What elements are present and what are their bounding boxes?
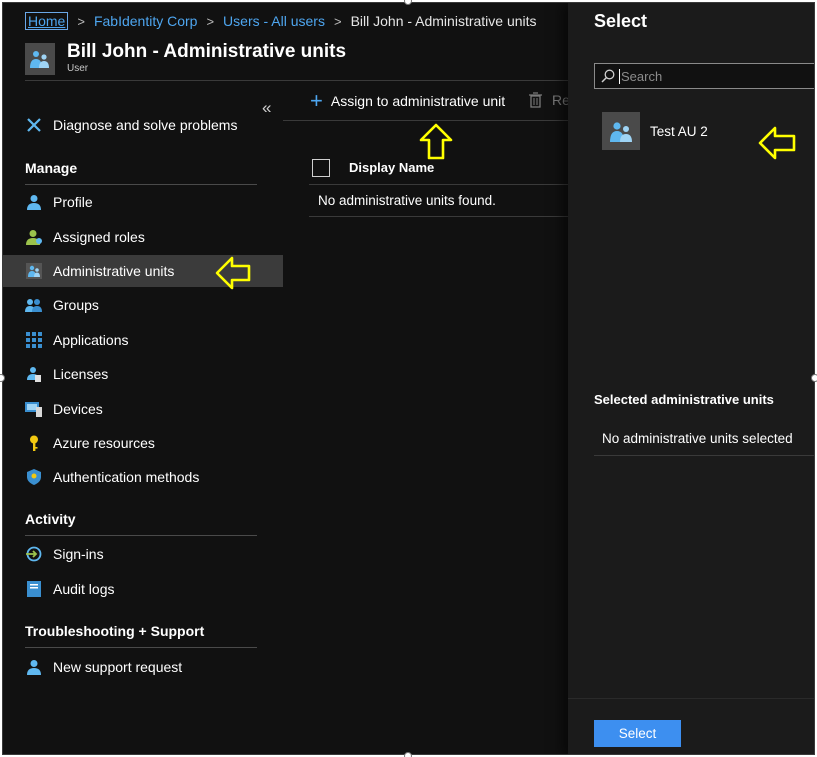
remove-button[interactable]: Re (529, 92, 570, 108)
roles-icon (25, 228, 43, 246)
search-box[interactable] (594, 63, 814, 89)
breadcrumb-separator: > (333, 13, 342, 29)
sidebar-item-label: Diagnose and solve problems (53, 117, 238, 133)
sidebar-item-label: Groups (53, 297, 99, 313)
admin-unit-icon (25, 262, 43, 280)
selected-empty-message: No administrative units selected (594, 422, 814, 456)
empty-state-message: No administrative units found. (309, 185, 570, 217)
user-icon (25, 193, 43, 211)
section-divider (25, 647, 257, 648)
resize-handle[interactable] (404, 752, 412, 757)
section-divider (25, 184, 257, 185)
applications-icon (25, 331, 43, 349)
result-item-test-au-2[interactable]: Test AU 2 (602, 112, 708, 150)
panel-footer-divider (568, 698, 814, 699)
sidebar-item-audit-logs[interactable]: Audit logs (3, 573, 283, 605)
select-panel: Select Test AU 2 Selected administrative… (568, 3, 814, 754)
sidebar-item-label: Devices (53, 401, 103, 417)
selected-section-title: Selected administrative units (594, 392, 774, 407)
breadcrumb-separator: > (206, 13, 215, 29)
section-divider (25, 535, 257, 536)
admin-unit-icon (602, 112, 640, 150)
annotation-arrow-left-icon (758, 126, 796, 160)
signin-icon (25, 545, 43, 563)
resize-handle[interactable] (811, 374, 817, 382)
section-title-manage: Manage (25, 160, 78, 176)
page-header: Bill John - Administrative units User (25, 41, 346, 75)
breadcrumb: Home > FabIdentity Corp > Users - All us… (25, 11, 537, 31)
wrench-icon (25, 116, 43, 134)
sidebar-item-label: Assigned roles (53, 229, 145, 245)
breadcrumb-users[interactable]: Users - All users (223, 13, 325, 29)
groups-icon (25, 296, 43, 314)
column-header-display-name[interactable]: Display Name (349, 160, 434, 175)
breadcrumb-separator: > (77, 13, 85, 29)
key-icon (25, 434, 43, 452)
sidebar-item-diagnose[interactable]: Diagnose and solve problems (3, 109, 283, 141)
select-all-checkbox[interactable] (312, 158, 330, 177)
section-title-activity: Activity (25, 511, 76, 527)
portal-window: Home > FabIdentity Corp > Users - All us… (2, 2, 815, 755)
sidebar-item-new-support-request[interactable]: New support request (3, 651, 283, 683)
command-bar: + Assign to administrative unit Re (283, 83, 570, 121)
breadcrumb-tenant[interactable]: FabIdentity Corp (94, 13, 198, 29)
search-icon (601, 69, 615, 83)
sidebar-item-label: Audit logs (53, 581, 115, 597)
shield-icon (25, 468, 43, 486)
page-title: Bill John - Administrative units (67, 41, 347, 62)
sidebar-item-sign-ins[interactable]: Sign-ins (3, 538, 283, 570)
sidebar-item-licenses[interactable]: Licenses (3, 358, 283, 390)
search-input[interactable] (619, 68, 809, 84)
sidebar-item-label: Azure resources (53, 435, 155, 451)
panel-title: Select (594, 11, 648, 31)
assign-label: Assign to administrative unit (330, 93, 506, 109)
annotation-arrow-left-icon (215, 256, 251, 290)
result-item-label: Test AU 2 (650, 123, 708, 139)
sidebar-item-devices[interactable]: Devices (3, 393, 283, 425)
support-user-icon (25, 658, 43, 676)
sidebar-item-label: Authentication methods (53, 469, 200, 485)
sidebar-item-applications[interactable]: Applications (3, 324, 283, 356)
sidebar-item-groups[interactable]: Groups (3, 289, 283, 321)
breadcrumb-home[interactable]: Home (25, 12, 69, 30)
page-subtitle: User (67, 63, 89, 74)
section-title-troubleshooting: Troubleshooting + Support (25, 623, 205, 639)
sidebar-item-label: Applications (53, 332, 129, 348)
sidebar-item-label: Sign-ins (53, 546, 104, 562)
admin-unit-icon (25, 43, 55, 75)
sidebar-item-profile[interactable]: Profile (3, 186, 283, 218)
licenses-icon (25, 365, 43, 383)
sidebar-item-azure-resources[interactable]: Azure resources (3, 427, 283, 459)
sidebar-item-label: New support request (53, 659, 183, 675)
assign-administrative-unit-button[interactable]: + Assign to administrative unit (310, 88, 506, 113)
plus-icon: + (310, 88, 323, 113)
devices-icon (25, 400, 43, 418)
header-divider (25, 80, 570, 81)
sidebar-item-label: Licenses (53, 366, 109, 382)
audit-log-icon (25, 580, 43, 598)
select-button[interactable]: Select (594, 720, 681, 747)
breadcrumb-current: Bill John - Administrative units (350, 13, 537, 29)
trash-icon (529, 92, 542, 108)
annotation-arrow-up-icon (419, 123, 453, 160)
sidebar-item-assigned-roles[interactable]: Assigned roles (3, 221, 283, 253)
sidebar-item-label: Administrative units (53, 263, 175, 279)
sidebar-item-authentication-methods[interactable]: Authentication methods (3, 461, 283, 493)
sidebar-item-label: Profile (53, 194, 93, 210)
